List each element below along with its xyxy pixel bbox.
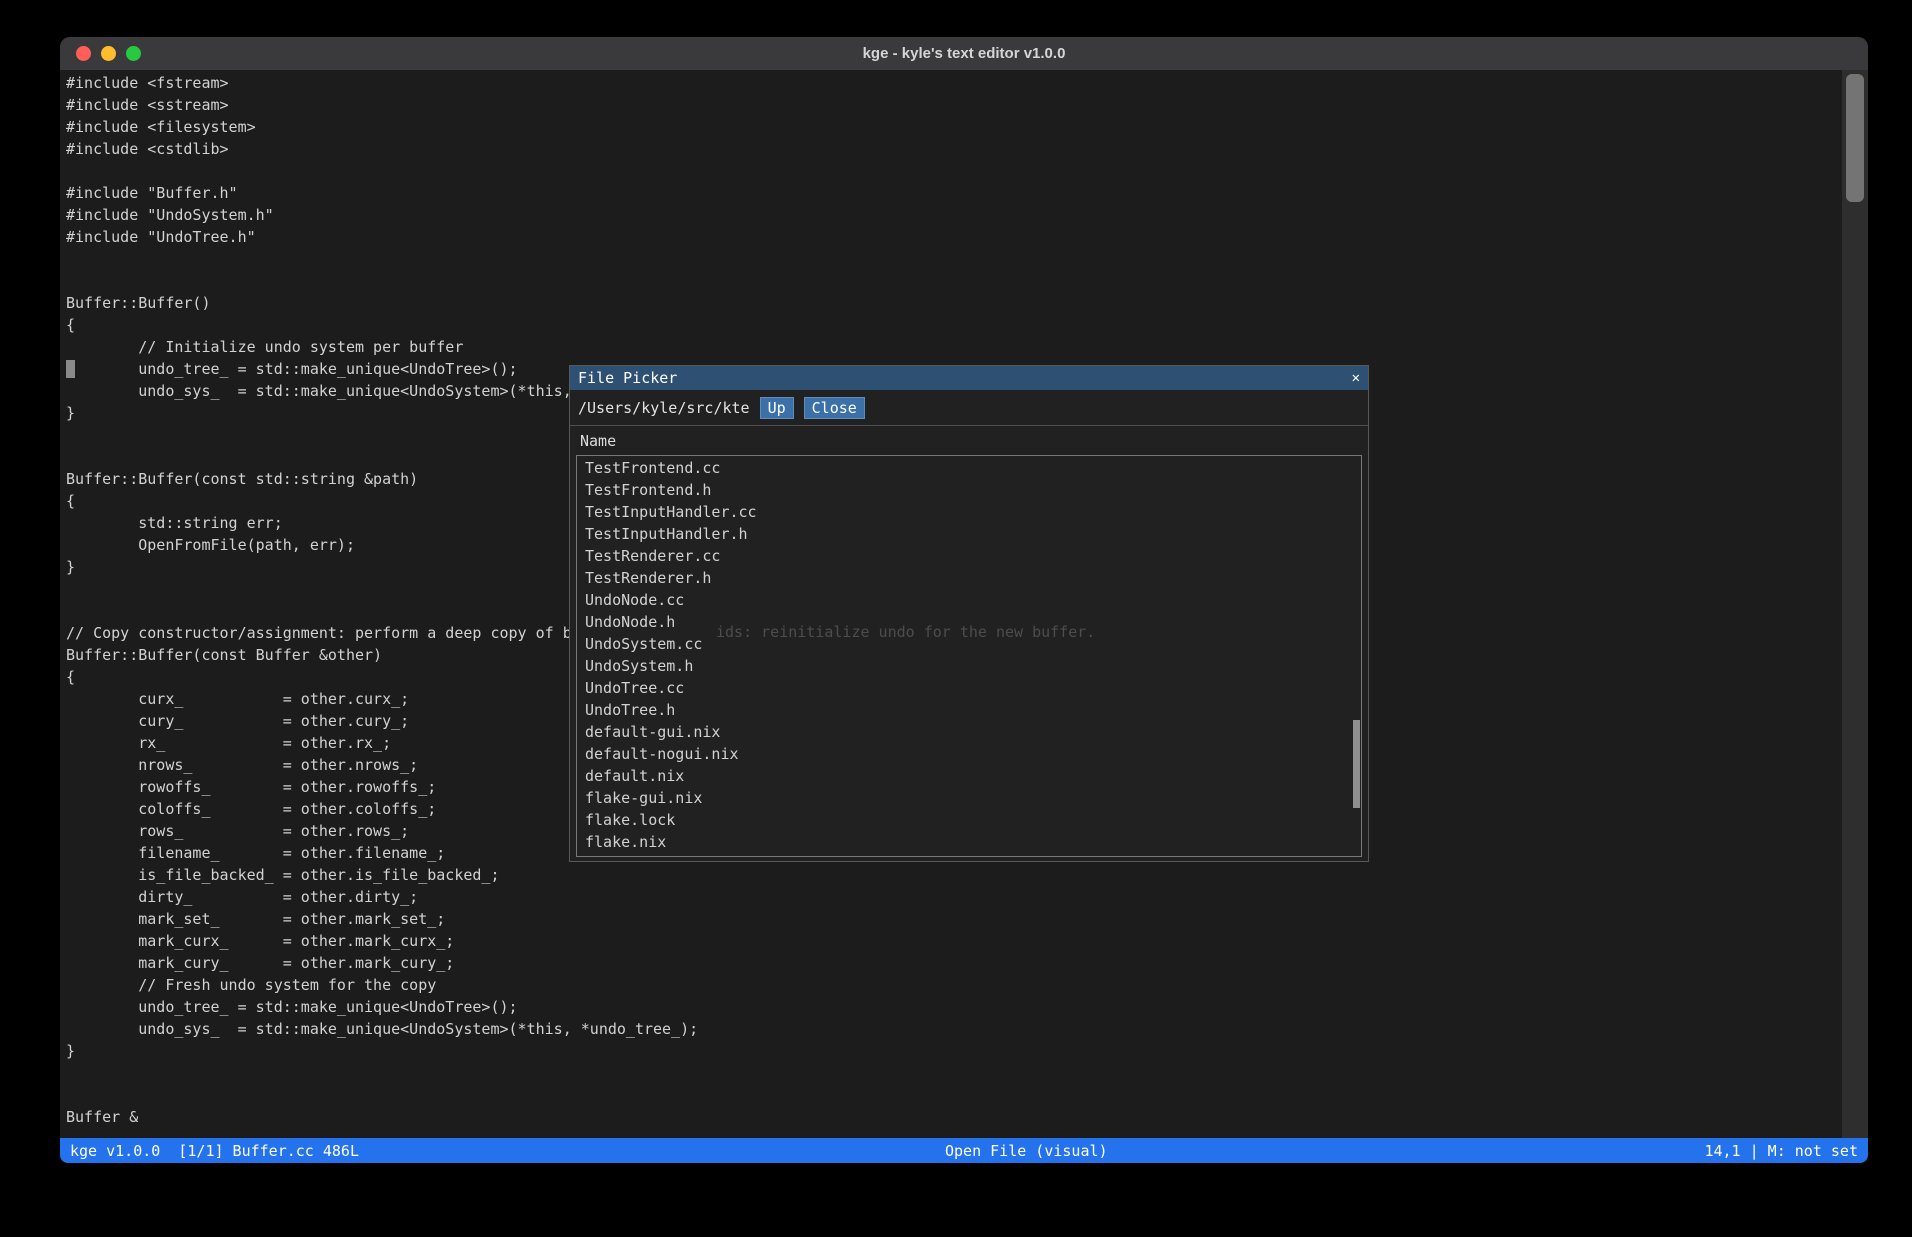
traffic-lights: [76, 37, 141, 70]
editor-line[interactable]: [66, 248, 1838, 270]
file-list-item[interactable]: UndoTree.cc: [577, 679, 1361, 701]
file-list-item[interactable]: TestRenderer.cc: [577, 547, 1361, 569]
editor-scrollbar-thumb[interactable]: [1846, 74, 1864, 202]
dialog-close-icon[interactable]: ✕: [1352, 370, 1360, 386]
editor-line[interactable]: #include <cstdlib>: [66, 138, 1838, 160]
status-left: kge v1.0.0 [1/1] Buffer.cc 486L: [70, 1142, 359, 1160]
close-window-button[interactable]: [76, 46, 91, 61]
editor-line[interactable]: [66, 270, 1838, 292]
status-position: 14,1 | M: not set: [1704, 1142, 1858, 1160]
file-list-item[interactable]: UndoNode.cc: [577, 591, 1361, 613]
close-button[interactable]: Close: [804, 397, 865, 419]
editor-line[interactable]: Buffer &: [66, 1106, 1838, 1128]
file-picker-title: File Picker: [578, 369, 677, 387]
editor-line[interactable]: // Initialize undo system per buffer: [66, 336, 1838, 358]
editor-line[interactable]: Buffer::Buffer(): [66, 292, 1838, 314]
editor-line[interactable]: [66, 1084, 1838, 1106]
file-list: TestFrontend.ccTestFrontend.hTestInputHa…: [576, 455, 1362, 857]
editor-line[interactable]: #include "UndoTree.h": [66, 226, 1838, 248]
editor-line[interactable]: #include <sstream>: [66, 94, 1838, 116]
file-list-item[interactable]: flake.lock: [577, 811, 1361, 833]
file-list-item[interactable]: UndoSystem.cc: [577, 635, 1361, 657]
file-list-scrollbar-thumb[interactable]: [1353, 720, 1360, 808]
editor-window: kge - kyle's text editor v1.0.0 #include…: [60, 37, 1868, 1163]
file-picker-path-row: /Users/kyle/src/kte Up Close: [570, 390, 1368, 425]
editor-line[interactable]: mark_cury_ = other.mark_cury_;: [66, 952, 1838, 974]
screen: kge - kyle's text editor v1.0.0 #include…: [0, 0, 1912, 1237]
editor-line[interactable]: undo_sys_ = std::make_unique<UndoSystem>…: [66, 1018, 1838, 1040]
editor-line[interactable]: undo_tree_ = std::make_unique<UndoTree>(…: [66, 996, 1838, 1018]
editor-line[interactable]: [66, 1062, 1838, 1084]
file-list-item[interactable]: TestInputHandler.cc: [577, 503, 1361, 525]
file-list-item[interactable]: flake-gui.nix: [577, 789, 1361, 811]
file-list-item[interactable]: UndoSystem.h: [577, 657, 1361, 679]
file-picker-dialog: File Picker ✕ /Users/kyle/src/kte Up Clo…: [569, 365, 1369, 862]
file-list-item[interactable]: TestInputHandler.h: [577, 525, 1361, 547]
file-list-item[interactable]: TestFrontend.h: [577, 481, 1361, 503]
editor-line[interactable]: #include "UndoSystem.h": [66, 204, 1838, 226]
status-bar: kge v1.0.0 [1/1] Buffer.cc 486L Open Fil…: [60, 1138, 1868, 1163]
editor-line[interactable]: #include <filesystem>: [66, 116, 1838, 138]
editor-line[interactable]: mark_curx_ = other.mark_curx_;: [66, 930, 1838, 952]
editor-line[interactable]: dirty_ = other.dirty_;: [66, 886, 1838, 908]
window-titlebar: kge - kyle's text editor v1.0.0: [60, 37, 1868, 70]
file-picker-titlebar: File Picker ✕: [570, 366, 1368, 390]
file-list-item[interactable]: default-gui.nix: [577, 723, 1361, 745]
file-list-item[interactable]: TestFrontend.cc: [577, 459, 1361, 481]
text-cursor: [66, 360, 75, 378]
editor-line[interactable]: #include "Buffer.h": [66, 182, 1838, 204]
window-title: kge - kyle's text editor v1.0.0: [60, 45, 1868, 62]
up-button[interactable]: Up: [760, 397, 794, 419]
file-list-item[interactable]: flake.nix: [577, 833, 1361, 855]
file-list-item[interactable]: default-nogui.nix: [577, 745, 1361, 767]
status-mode: Open File (visual): [945, 1142, 1108, 1160]
editor-line[interactable]: }: [66, 1040, 1838, 1062]
editor-scrollbar[interactable]: [1842, 70, 1868, 1138]
file-list-column-header: Name: [570, 426, 1368, 454]
editor-line[interactable]: // Fresh undo system for the copy: [66, 974, 1838, 996]
editor-line[interactable]: is_file_backed_ = other.is_file_backed_;: [66, 864, 1838, 886]
file-list-item[interactable]: TestRenderer.h: [577, 569, 1361, 591]
file-list-item[interactable]: UndoTree.h: [577, 701, 1361, 723]
file-list-item[interactable]: UndoNode.h: [577, 613, 1361, 635]
current-path: /Users/kyle/src/kte: [578, 399, 750, 417]
editor-line[interactable]: {: [66, 314, 1838, 336]
editor-line[interactable]: #include <fstream>: [66, 72, 1838, 94]
zoom-window-button[interactable]: [126, 46, 141, 61]
file-list-item[interactable]: default.nix: [577, 767, 1361, 789]
editor-line[interactable]: mark_set_ = other.mark_set_;: [66, 908, 1838, 930]
minimize-window-button[interactable]: [101, 46, 116, 61]
editor-line[interactable]: [66, 160, 1838, 182]
